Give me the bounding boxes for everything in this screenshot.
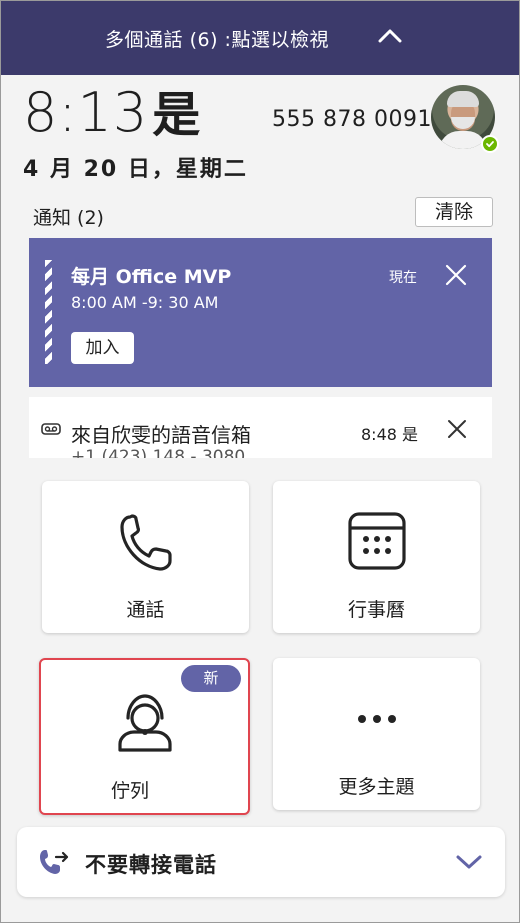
voicemail-number: +1 (423) 148 - 3080 — [71, 447, 246, 458]
call-forwarding-bar[interactable]: 不要轉接電話 — [17, 827, 505, 897]
notifications-title: 通知 (2) — [33, 207, 104, 229]
clock: 8:13是 — [23, 81, 201, 147]
date-label: 4 月 20 日，星期二 — [23, 157, 248, 182]
voicemail-icon — [41, 423, 61, 435]
avatar-shirt — [439, 131, 487, 149]
new-badge: 新 — [181, 665, 241, 692]
meeting-title: 每月 Office MVP — [71, 266, 232, 288]
clear-button[interactable]: 清除 — [415, 197, 493, 227]
voicemail-title: 來自欣雯的語音信箱 — [71, 423, 251, 447]
meeting-status: 現在 — [389, 270, 417, 286]
queue-icon — [117, 694, 172, 752]
chevron-down-icon[interactable] — [455, 853, 483, 871]
clock-ampm: 是 — [152, 87, 202, 143]
calls-tile[interactable]: 通話 — [42, 481, 249, 633]
multiple-calls-banner[interactable]: 多個通話 (6) :點選以檢視 — [1, 1, 519, 75]
phone-icon — [119, 514, 172, 571]
meeting-notification-card[interactable]: 每月 Office MVP 8:00 AM -9: 30 AM 現在 加入 — [29, 238, 492, 387]
join-button[interactable]: 加入 — [71, 332, 134, 364]
phone-home-screen: 多個通話 (6) :點選以檢視 8:13是 4 月 20 日，星期二 555 8… — [0, 0, 520, 923]
calls-label: 通話 — [126, 599, 165, 621]
presence-available-icon — [481, 135, 499, 153]
meeting-stripe — [45, 260, 52, 364]
close-icon[interactable] — [445, 264, 467, 286]
phone-number: 555 878 0091 — [272, 107, 432, 132]
voicemail-notification-card[interactable]: 來自欣雯的語音信箱 8:48 是 +1 (423) 148 - 3080 — [29, 397, 492, 458]
more-topics-tile[interactable]: 更多主題 — [273, 658, 480, 810]
call-forward-icon — [40, 850, 69, 874]
banner-text: 多個通話 (6) :點選以檢視 — [105, 29, 329, 51]
avatar-hair — [447, 91, 479, 107]
voicemail-time: 8:48 是 — [361, 425, 419, 444]
more-icon — [357, 715, 396, 723]
calendar-label: 行事曆 — [347, 599, 405, 621]
forwarding-label: 不要轉接電話 — [85, 853, 217, 877]
more-topics-label: 更多主題 — [338, 776, 415, 798]
clock-time: 8:13 — [23, 81, 149, 144]
calendar-tile[interactable]: 行事曆 — [273, 481, 480, 633]
meeting-time: 8:00 AM -9: 30 AM — [71, 293, 219, 312]
calendar-icon — [347, 512, 406, 570]
queue-tile[interactable]: 新 佇列 — [39, 658, 250, 815]
close-icon[interactable] — [447, 419, 467, 439]
chevron-up-icon[interactable] — [377, 27, 403, 45]
